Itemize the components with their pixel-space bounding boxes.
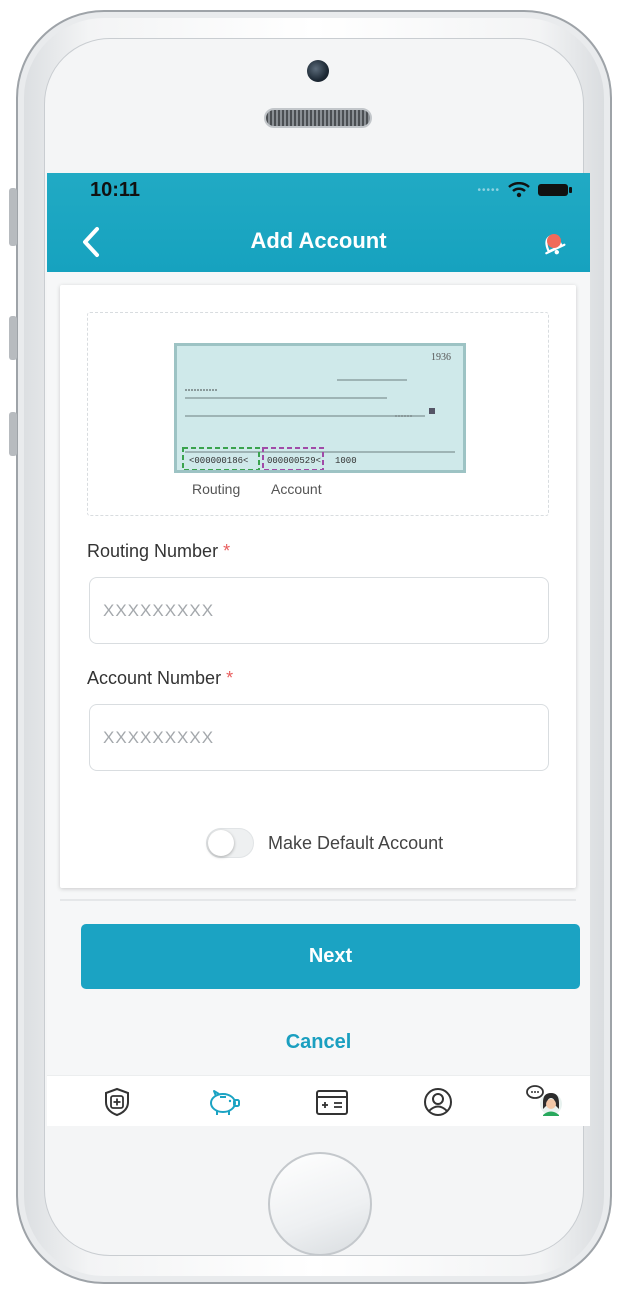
routing-number-label: Routing Number * <box>87 541 230 562</box>
default-account-toggle[interactable] <box>206 828 254 858</box>
chat-agent-icon[interactable] <box>525 1082 565 1120</box>
check-lines-graphic <box>182 379 455 470</box>
required-asterisk: * <box>223 541 231 561</box>
status-time: 10:11 <box>90 179 141 201</box>
volume-up-button <box>9 316 17 360</box>
check-number: 1936 <box>431 352 451 363</box>
required-asterisk: * <box>226 668 234 688</box>
account-number-label: Account Number * <box>87 668 233 689</box>
routing-caption: Routing <box>192 481 241 497</box>
bill-calculator-icon[interactable] <box>314 1086 350 1118</box>
status-indicators: ••••• <box>477 182 572 198</box>
earpiece-speaker <box>264 108 372 128</box>
wifi-icon <box>508 182 530 198</box>
mute-switch <box>9 188 17 246</box>
signal-dots-icon: ••••• <box>477 184 500 196</box>
next-button[interactable]: Next <box>81 924 580 989</box>
routing-number-input[interactable] <box>89 577 549 644</box>
section-divider <box>60 899 576 901</box>
toggle-knob <box>208 830 234 856</box>
default-account-row: Make Default Account <box>206 828 443 858</box>
volume-down-button <box>9 412 17 456</box>
shield-plus-icon[interactable] <box>101 1086 133 1118</box>
account-number-label-text: Account Number <box>87 668 222 688</box>
cancel-link[interactable]: Cancel <box>47 1031 590 1054</box>
account-number-input[interactable] <box>89 704 549 771</box>
micr-check-number: 1000 <box>335 456 357 466</box>
home-button[interactable] <box>268 1152 372 1256</box>
micr-account: 000000529< <box>267 456 322 466</box>
account-caption: Account <box>271 481 322 497</box>
piggy-bank-icon[interactable] <box>205 1086 241 1118</box>
profile-icon[interactable] <box>422 1086 454 1118</box>
notification-bell-icon[interactable] <box>538 227 568 261</box>
bottom-tab-bar <box>47 1075 590 1126</box>
front-camera <box>307 60 329 82</box>
add-account-form-card: 1936 <000000186< 000000529< 1000 Routing… <box>60 285 576 888</box>
page-title: Add Account <box>250 228 387 253</box>
default-account-label: Make Default Account <box>268 832 444 853</box>
micr-routing: <000000186< <box>189 456 249 466</box>
routing-number-label-text: Routing Number <box>87 541 219 561</box>
check-diagram-area: 1936 <000000186< 000000529< 1000 Routing… <box>87 312 549 516</box>
battery-icon <box>538 184 572 196</box>
app-header: 10:11 ••••• Add Account <box>47 173 590 272</box>
check-illustration: 1936 <000000186< 000000529< 1000 <box>174 343 466 473</box>
app-screen: 10:11 ••••• Add Account 1936 <000000186<… <box>47 173 590 1126</box>
